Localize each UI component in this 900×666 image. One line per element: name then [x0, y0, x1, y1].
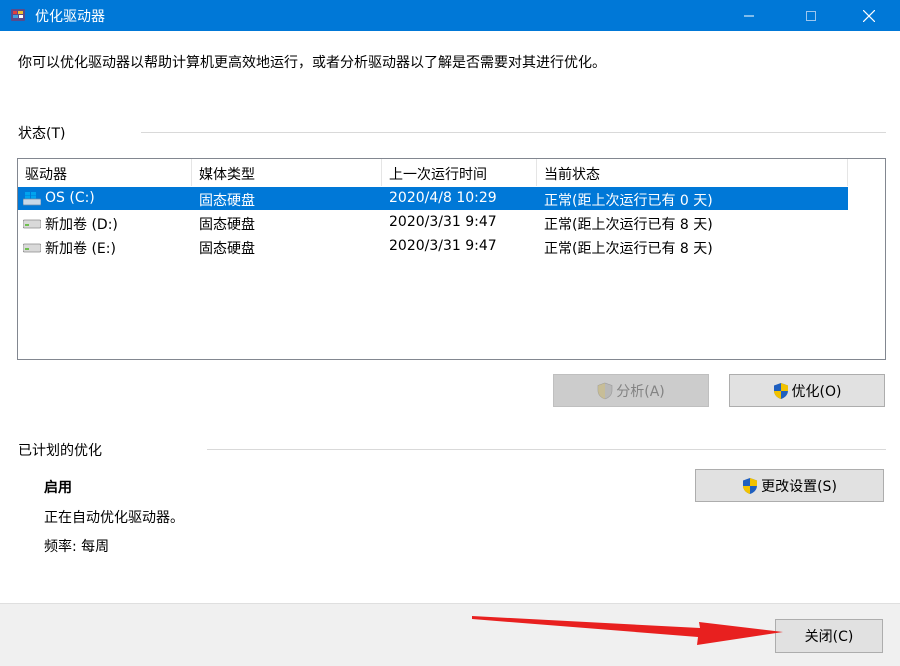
current-status: 正常(距上次运行已有 0 天)	[544, 193, 713, 209]
schedule-status: 启用	[44, 480, 72, 496]
drive-icon	[23, 243, 41, 253]
schedule-section-label: 已计划的优化	[18, 443, 102, 459]
drive-name: OS (C:)	[45, 190, 95, 206]
schedule-divider	[207, 449, 886, 450]
change-settings-button[interactable]: 更改设置(S)	[695, 469, 884, 502]
table-row[interactable]: 新加卷 (D:) 固态硬盘 2020/3/31 9:47 正常(距上次运行已有 …	[18, 211, 848, 234]
drive-name: 新加卷 (D:)	[45, 217, 118, 233]
minimize-button[interactable]	[726, 0, 772, 31]
column-header-status[interactable]: 当前状态	[537, 159, 848, 186]
defrag-app-icon	[11, 9, 25, 21]
optimize-button[interactable]: 优化(O)	[729, 374, 885, 407]
close-button[interactable]: 关闭(C)	[775, 619, 883, 653]
column-header-drive[interactable]: 驱动器	[18, 159, 192, 186]
analyze-label: 分析(A)	[616, 383, 665, 400]
maximize-button[interactable]	[788, 0, 834, 31]
column-header-media[interactable]: 媒体类型	[192, 159, 382, 186]
close-label: 关闭(C)	[804, 629, 854, 645]
column-header-last-run[interactable]: 上一次运行时间	[382, 159, 537, 186]
status-section-label: 状态(T)	[18, 126, 66, 142]
window-title: 优化驱动器	[35, 9, 105, 25]
last-run-time: 2020/4/8 10:29	[389, 190, 497, 206]
current-status: 正常(距上次运行已有 8 天)	[544, 241, 713, 257]
status-divider	[141, 132, 886, 133]
analyze-button[interactable]: 分析(A)	[553, 374, 709, 407]
table-row[interactable]: 新加卷 (E:) 固态硬盘 2020/3/31 9:47 正常(距上次运行已有 …	[18, 235, 848, 258]
title-bar: 优化驱动器	[0, 0, 900, 31]
change-settings-label: 更改设置(S)	[761, 478, 837, 495]
table-row[interactable]: OS (C:) 固态硬盘 2020/4/8 10:29 正常(距上次运行已有 0…	[18, 187, 848, 210]
windows-drive-icon	[23, 192, 41, 206]
current-status: 正常(距上次运行已有 8 天)	[544, 217, 713, 233]
drive-icon	[23, 219, 41, 229]
schedule-frequency: 频率: 每周	[44, 539, 110, 555]
media-type: 固态硬盘	[199, 217, 255, 233]
minimize-icon	[744, 15, 754, 16]
shield-icon	[597, 382, 613, 399]
description-text: 你可以优化驱动器以帮助计算机更高效地运行，或者分析驱动器以了解是否需要对其进行优…	[18, 55, 606, 71]
close-window-button[interactable]	[846, 0, 892, 31]
drive-name: 新加卷 (E:)	[45, 241, 116, 257]
optimize-label: 优化(O)	[791, 383, 842, 400]
maximize-icon	[806, 10, 816, 21]
drive-list[interactable]: 驱动器 媒体类型 上一次运行时间 当前状态 OS (C:) 固态硬盘 2020/…	[17, 158, 886, 360]
shield-icon	[743, 477, 758, 494]
shield-icon	[773, 382, 788, 399]
media-type: 固态硬盘	[199, 193, 255, 209]
media-type: 固态硬盘	[199, 241, 255, 257]
list-header: 驱动器 媒体类型 上一次运行时间 当前状态	[18, 159, 848, 186]
schedule-description: 正在自动优化驱动器。	[44, 510, 184, 526]
last-run-time: 2020/3/31 9:47	[389, 214, 497, 230]
close-icon	[863, 9, 875, 22]
last-run-time: 2020/3/31 9:47	[389, 238, 497, 254]
dialog-footer	[0, 603, 900, 666]
